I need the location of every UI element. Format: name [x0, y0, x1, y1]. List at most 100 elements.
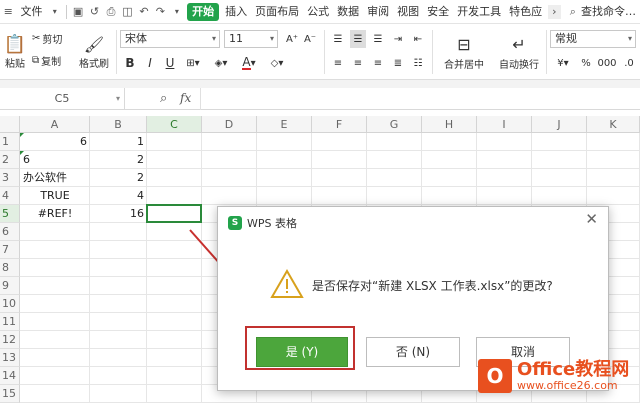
row-header-9[interactable]: 9 [0, 277, 20, 295]
cell-a1[interactable]: 6 [20, 133, 90, 151]
align-middle-icon[interactable]: ☰ [350, 30, 366, 48]
cell-a5[interactable]: #REF! [20, 205, 90, 223]
row-header-12[interactable]: 12 [0, 331, 20, 349]
cell-a3[interactable]: 办公软件 [20, 169, 90, 187]
column-header-d[interactable]: D [202, 116, 257, 133]
column-header-g[interactable]: G [367, 116, 422, 133]
column-header-k[interactable]: K [587, 116, 640, 133]
align-center-icon[interactable]: ≡ [350, 54, 366, 72]
row-header-10[interactable]: 10 [0, 295, 20, 313]
column-header-f[interactable]: F [312, 116, 367, 133]
cell-b5[interactable]: 16 [90, 205, 147, 223]
more-icon[interactable]: ▾ [171, 5, 183, 19]
tab-security[interactable]: 安全 [423, 0, 453, 24]
border-icon[interactable]: ⊞▾ [182, 54, 204, 72]
row-header-5[interactable]: 5 [0, 205, 20, 223]
fx-icon[interactable]: fx [180, 91, 191, 105]
row-header-8[interactable]: 8 [0, 259, 20, 277]
undo-icon[interactable]: ↶ [138, 5, 150, 19]
tab-data[interactable]: 数据 [333, 0, 363, 24]
column-header-i[interactable]: I [477, 116, 532, 133]
tab-insert[interactable]: 插入 [221, 0, 251, 24]
distribute-icon[interactable]: ☷ [410, 54, 426, 72]
row-header-13[interactable]: 13 [0, 349, 20, 367]
copy-button[interactable]: ⧉ 复制 [32, 52, 61, 68]
formula-input[interactable] [200, 88, 640, 110]
save-yes-button[interactable]: 是 (Y) [256, 337, 348, 367]
redo-icon[interactable]: ↷ [154, 5, 166, 19]
menu-file[interactable]: 文件 [16, 0, 46, 24]
search-command-input[interactable]: 查找命令… [581, 0, 640, 24]
row-header-3[interactable]: 3 [0, 169, 20, 187]
row-header-4[interactable]: 4 [0, 187, 20, 205]
percent-icon[interactable]: % [578, 54, 594, 72]
tab-features[interactable]: 特色应 [505, 0, 546, 24]
thousands-icon[interactable]: 000 [596, 54, 618, 72]
bold-button[interactable]: B [122, 54, 138, 72]
zoom-icon[interactable]: ⌕ [160, 91, 167, 106]
column-header-a[interactable]: A [20, 116, 90, 133]
row-header-11[interactable]: 11 [0, 313, 20, 331]
font-name-select[interactable]: 宋体 ▾ [120, 30, 220, 48]
cell-b1[interactable]: 1 [90, 133, 147, 151]
paste-button[interactable]: 📋 粘贴 [2, 28, 28, 76]
cell-b2[interactable]: 2 [90, 151, 147, 169]
align-left-icon[interactable]: ≡ [330, 54, 346, 72]
cell-a2[interactable]: 6 [20, 151, 90, 169]
chevron-right-icon[interactable]: › [548, 4, 561, 19]
tab-review[interactable]: 审阅 [363, 0, 393, 24]
cell-a4[interactable]: TRUE [20, 187, 90, 205]
currency-icon[interactable]: ¥▾ [552, 54, 574, 72]
cut-button[interactable]: ✂ 剪切 [32, 30, 62, 46]
column-header-c[interactable]: C [147, 116, 202, 133]
format-painter-button[interactable]: 🖌 格式刷 [76, 28, 112, 76]
row-header-7[interactable]: 7 [0, 241, 20, 259]
row-header-15[interactable]: 15 [0, 385, 20, 403]
tab-view[interactable]: 视图 [393, 0, 423, 24]
tab-formulas[interactable]: 公式 [303, 0, 333, 24]
hamburger-icon[interactable]: ≡ [2, 5, 14, 19]
clear-format-icon[interactable]: ◇▾ [266, 54, 288, 72]
underline-button[interactable]: U [162, 54, 178, 72]
indent-icon[interactable]: ⇥ [390, 30, 406, 48]
row-header-6[interactable]: 6 [0, 223, 20, 241]
search-icon[interactable]: ⌕ [567, 5, 579, 19]
outdent-icon[interactable]: ⇤ [410, 30, 426, 48]
name-box[interactable]: C5 ▾ [0, 88, 125, 110]
select-all-corner[interactable] [0, 116, 20, 133]
align-top-icon[interactable]: ☰ [330, 30, 346, 48]
font-size-select[interactable]: 11 ▾ [224, 30, 278, 48]
dont-save-button[interactable]: 否 (N) [366, 337, 460, 367]
font-color-icon[interactable]: A ▾ [238, 54, 260, 72]
column-header-h[interactable]: H [422, 116, 477, 133]
merge-center-button[interactable]: ⊟ 合并居中 [436, 28, 492, 76]
tab-home[interactable]: 开始 [187, 2, 220, 21]
print-icon[interactable]: ⎙ [105, 5, 117, 19]
undo-history-icon[interactable]: ↺ [88, 5, 100, 19]
chevron-down-icon[interactable]: ▾ [48, 5, 60, 19]
number-format-select[interactable]: 常规 ▾ [550, 30, 636, 48]
column-header-j[interactable]: J [532, 116, 587, 133]
print-preview-icon[interactable]: ◫ [121, 5, 133, 19]
save-icon[interactable]: ▣ [72, 5, 84, 19]
decimal-icon[interactable]: .0 [620, 54, 638, 72]
selected-cell-c5[interactable] [146, 204, 202, 223]
align-bottom-icon[interactable]: ☰ [370, 30, 386, 48]
wrap-text-button[interactable]: ↵ 自动换行 [494, 28, 544, 76]
tab-developer[interactable]: 开发工具 [453, 0, 505, 24]
tab-page-layout[interactable]: 页面布局 [251, 0, 303, 24]
column-header-e[interactable]: E [257, 116, 312, 133]
row-header-2[interactable]: 2 [0, 151, 20, 169]
column-header-b[interactable]: B [90, 116, 147, 133]
increase-font-button[interactable]: A⁺ [284, 30, 300, 48]
cell-b3[interactable]: 2 [90, 169, 147, 187]
decrease-font-button[interactable]: A⁻ [302, 30, 318, 48]
row-header-1[interactable]: 1 [0, 133, 20, 151]
fill-color-icon[interactable]: ◈▾ [210, 54, 232, 72]
cell-b4[interactable]: 4 [90, 187, 147, 205]
align-right-icon[interactable]: ≡ [370, 54, 386, 72]
close-icon[interactable]: ✕ [585, 212, 598, 227]
justify-icon[interactable]: ≣ [390, 54, 406, 72]
italic-button[interactable]: I [142, 54, 158, 72]
row-header-14[interactable]: 14 [0, 367, 20, 385]
